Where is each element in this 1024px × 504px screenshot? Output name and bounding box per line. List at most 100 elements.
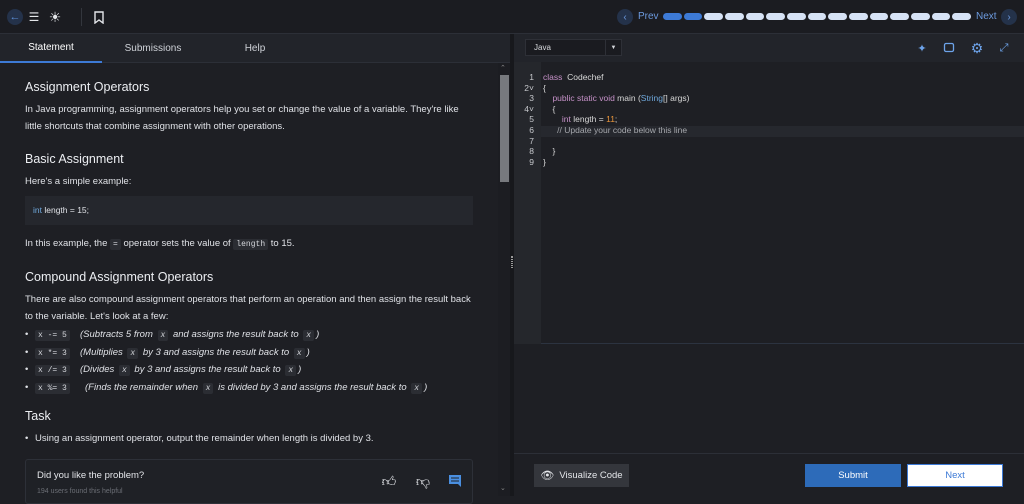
code-token: {	[543, 82, 546, 93]
code-example: int length = 15;	[25, 196, 473, 225]
progress-segment	[849, 13, 868, 20]
reset-icon[interactable]	[942, 41, 956, 55]
compound-text: There are also compound assignment opera…	[25, 294, 471, 322]
progress-segment	[890, 13, 910, 20]
line-number: 2˅	[524, 82, 534, 93]
code-token: main (	[614, 93, 641, 104]
page-title: Assignment Operators	[25, 80, 150, 94]
intro-text: In Java programming, assignment operator…	[25, 104, 459, 132]
operator-list: x -= 5 (Subtracts 5 from x and assigns th…	[25, 326, 473, 396]
progress-segment	[869, 13, 889, 20]
settings-gear-icon[interactable]: ⚙	[969, 40, 985, 56]
code-token: class	[543, 72, 563, 82]
text: by 3 and assigns the result back to	[131, 364, 284, 375]
text: and assigns the result back to	[170, 329, 302, 340]
chevron-down-icon: ▼	[605, 40, 621, 55]
basic-heading: Basic Assignment	[25, 152, 124, 166]
thumbs-down-icon[interactable]: 👎︎	[415, 473, 431, 489]
inline-code: x	[303, 330, 315, 341]
task-heading: Task	[25, 409, 51, 423]
code-line: class Codechef	[543, 72, 604, 82]
code-token: // Update your code below this line	[543, 125, 688, 135]
sun-icon[interactable]: ☀	[47, 8, 63, 26]
inline-code: x	[118, 365, 130, 376]
text: operator sets the value of	[120, 238, 234, 249]
next-button[interactable]: Next	[907, 464, 1003, 487]
submit-button[interactable]: Submit	[805, 464, 901, 487]
scroll-up-icon[interactable]: ⌃	[500, 64, 506, 72]
line-number: 4˅	[524, 103, 534, 114]
progress-segment	[787, 13, 806, 20]
compound-heading: Compound Assignment Operators	[25, 270, 214, 284]
explain-text: In this example, the = operator sets the…	[25, 235, 473, 253]
code-token: ;	[614, 114, 618, 125]
next-chevron-icon[interactable]: ›	[1001, 9, 1017, 25]
text: )	[424, 381, 428, 393]
line-number: 1	[529, 72, 534, 82]
prev-link[interactable]: Prev	[638, 11, 659, 22]
text: )	[306, 346, 310, 358]
operator-item: x %= 3 (Finds the remainder when x is div…	[25, 379, 473, 397]
comment-icon[interactable]	[448, 474, 462, 487]
progress-segment	[663, 13, 682, 20]
visualize-code-button[interactable]: 👁︎ Visualize Code	[534, 464, 629, 487]
progress-segment	[911, 13, 930, 20]
bookmark-icon[interactable]	[93, 9, 105, 25]
inline-code: length	[233, 239, 269, 250]
helpful-count: 194 users found this helpful	[37, 488, 123, 495]
scrollbar-thumb[interactable]	[500, 75, 509, 182]
operator-item: x *= 3 (Multiplies x by 3 and assigns the…	[25, 344, 473, 362]
fullscreen-icon[interactable]: ⤢	[997, 41, 1011, 55]
operator-code: x %= 3	[35, 382, 70, 394]
magic-wand-icon[interactable]: ✦	[915, 41, 929, 55]
inline-code: x	[202, 382, 214, 394]
top-bar: ← ☰ ☀ ‹ Prev Next ›	[0, 0, 1024, 34]
progress-segment	[807, 13, 827, 20]
progress-segment	[931, 13, 951, 20]
progress-segment	[683, 13, 703, 20]
text: to 15.	[268, 238, 295, 249]
code-token: length =	[570, 114, 607, 125]
code-token: }	[543, 156, 546, 167]
line-number: 5	[529, 114, 534, 125]
progress-segment	[952, 13, 972, 20]
tab-submissions[interactable]: Submissions	[102, 34, 204, 63]
feedback-question: Did you like the problem?	[37, 470, 145, 481]
code-rest: length = 15;	[41, 205, 90, 215]
operator-code: x -= 5	[35, 330, 70, 341]
code-line: // Update your code below this line	[543, 125, 687, 135]
inline-code: x	[127, 347, 139, 359]
thumbs-up-icon[interactable]: 👍︎	[381, 473, 397, 489]
language-select[interactable]: Java ▼	[525, 39, 622, 56]
divider	[81, 8, 82, 26]
tab-statement[interactable]: Statement	[0, 34, 102, 63]
code-token: String	[640, 93, 664, 104]
code-line: }	[543, 146, 555, 156]
text: (Finds the remainder when	[85, 381, 201, 393]
next-link[interactable]: Next	[976, 11, 997, 22]
output-panel	[514, 344, 1024, 454]
list-icon[interactable]: ☰	[27, 9, 41, 25]
inline-code: x	[285, 365, 297, 376]
code-token: {	[543, 103, 556, 114]
text: by 3 and assigns the result back to	[140, 346, 292, 358]
feedback-card: Did you like the problem? 194 users foun…	[25, 459, 473, 504]
progress-segment	[704, 13, 724, 20]
progress-segment	[725, 13, 744, 20]
back-arrow-icon[interactable]: ←	[7, 9, 23, 25]
operator-description: (Divides x by 3 and assigns the result b…	[80, 361, 301, 379]
tab-help[interactable]: Help	[204, 34, 306, 63]
operator-description: (Finds the remainder when x is divided b…	[85, 379, 427, 397]
progress-segment	[828, 13, 848, 20]
problem-statement: Assignment Operators In Java programming…	[0, 63, 498, 496]
scroll-down-icon[interactable]: ⌄	[500, 484, 506, 492]
code-editor[interactable]	[514, 62, 1024, 344]
prev-chevron-icon[interactable]: ‹	[617, 9, 633, 25]
operator-description: (Multiplies x by 3 and assigns the resul…	[80, 344, 310, 362]
inline-code: =	[110, 239, 121, 250]
code-token: int	[543, 114, 571, 125]
inline-code: x	[293, 347, 305, 359]
operator-item: x -= 5 (Subtracts 5 from x and assigns th…	[25, 326, 473, 344]
code-token: }	[543, 146, 556, 157]
code-token: [] args)	[663, 93, 690, 104]
